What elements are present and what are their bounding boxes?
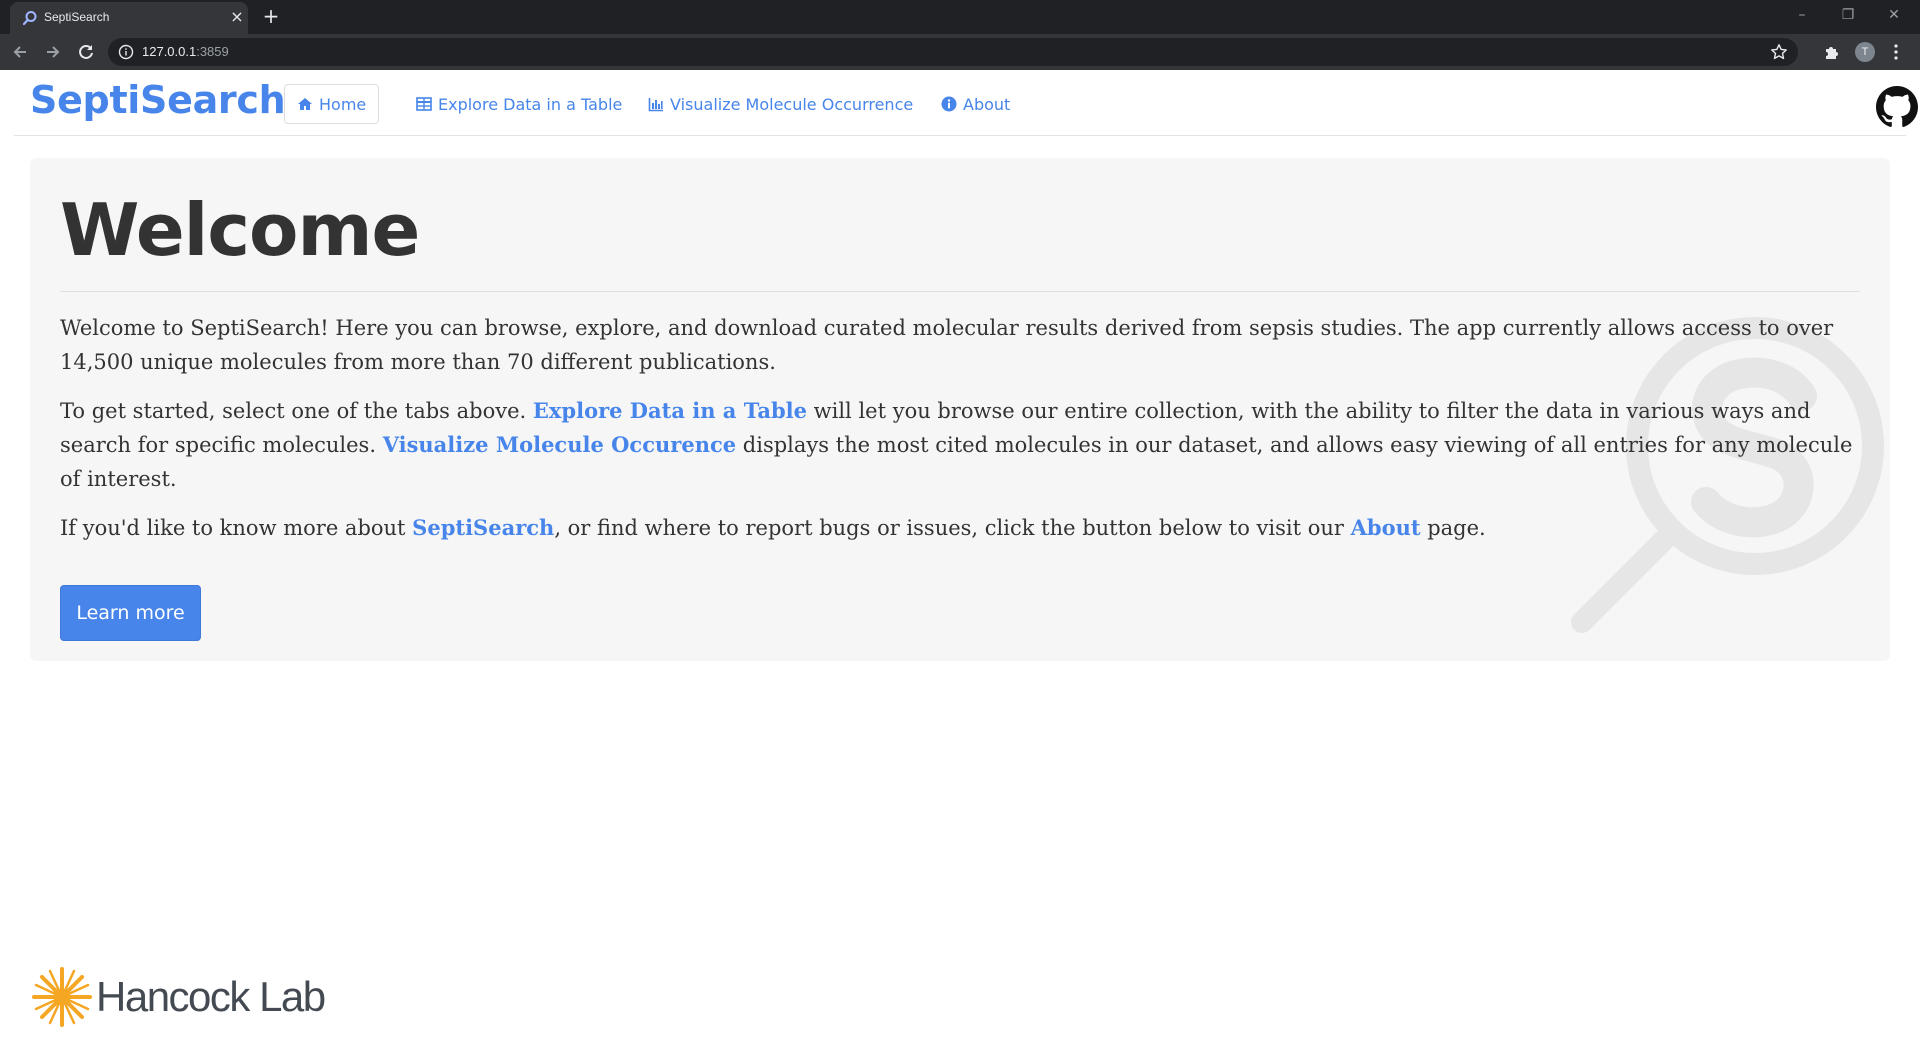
restore-icon[interactable]: ❐ [1836, 5, 1860, 25]
nav-tab-home[interactable]: Home [284, 84, 380, 124]
forward-arrow-icon[interactable] [43, 42, 63, 62]
magnifier-favicon-icon [22, 11, 37, 26]
title-divider [60, 291, 1860, 292]
lab-name: Hancock Lab [96, 973, 326, 1020]
browser-tab[interactable]: SeptiSearch × [10, 2, 248, 34]
nav-tab-label: Visualize Molecule Occurrence [670, 94, 914, 114]
url-port: :3859 [196, 44, 229, 59]
starburst-logo-icon [32, 967, 92, 1027]
browser-menu-icon[interactable] [1890, 42, 1902, 62]
text-segment: If you'd like to know more about [60, 516, 413, 540]
hancock-lab-logo[interactable]: Hancock Lab [30, 965, 326, 1029]
visualize-occurrence-link: Visualize Molecule Occurence [382, 432, 737, 457]
about-highlight: About [1350, 515, 1421, 540]
table-icon [416, 97, 432, 111]
browser-toolbar: 127.0.0.1:3859 [0, 34, 1920, 70]
back-arrow-icon[interactable] [10, 42, 30, 62]
address-bar[interactable]: 127.0.0.1:3859 [108, 38, 1798, 66]
getting-started-paragraph: To get started, select one of the tabs a… [60, 394, 1870, 496]
nav-tab-about[interactable]: About [929, 84, 1022, 124]
home-icon [298, 98, 312, 110]
welcome-body: Welcome to SeptiSearch! Here you can bro… [60, 311, 1870, 560]
nav-tab-label: About [963, 94, 1011, 114]
github-icon[interactable] [1876, 86, 1918, 128]
bar-chart-icon [648, 98, 663, 112]
learn-more-button[interactable]: Learn more [60, 585, 201, 641]
url-host: 127.0.0.1 [142, 44, 197, 59]
text-segment: To get started, select one of the tabs a… [60, 399, 533, 423]
septisearch-highlight: SeptiSearch [412, 515, 555, 540]
tab-title: SeptiSearch [44, 10, 110, 24]
about-paragraph: If you'd like to know more about SeptiSe… [60, 511, 1870, 545]
nav-tab-label: Home [319, 94, 367, 114]
browser-tabstrip: SeptiSearch × + – ❐ ✕ [0, 0, 1920, 34]
info-circle-icon [941, 96, 957, 112]
close-window-icon[interactable]: ✕ [1882, 5, 1906, 25]
url-text: 127.0.0.1:3859 [142, 44, 229, 59]
text-segment: page. [1420, 516, 1486, 540]
close-tab-icon[interactable]: × [228, 8, 246, 26]
site-info-icon[interactable] [118, 44, 134, 60]
intro-paragraph: Welcome to SeptiSearch! Here you can bro… [60, 316, 1834, 374]
page-title: Welcome [60, 188, 420, 272]
welcome-jumbotron: Welcome Welcome to SeptiSearch! Here you… [30, 158, 1890, 661]
extensions-puzzle-icon[interactable] [1822, 42, 1842, 62]
bookmark-star-icon[interactable] [1770, 43, 1788, 61]
app-navbar: SeptiSearch Home Explore Data in a Table… [14, 70, 1918, 136]
new-tab-button[interactable]: + [260, 5, 282, 27]
explore-table-link: Explore Data in a Table [532, 398, 807, 423]
minimize-icon[interactable]: – [1790, 5, 1814, 25]
reload-icon[interactable] [76, 42, 96, 62]
nav-tab-explore-table[interactable]: Explore Data in a Table [404, 84, 634, 124]
nav-tab-visualize[interactable]: Visualize Molecule Occurrence [636, 84, 925, 124]
profile-avatar[interactable]: T [1855, 42, 1875, 62]
nav-tab-label: Explore Data in a Table [438, 94, 623, 114]
brand-title[interactable]: SeptiSearch [30, 78, 286, 122]
text-segment: , or find where to report bugs or issues… [554, 516, 1351, 540]
